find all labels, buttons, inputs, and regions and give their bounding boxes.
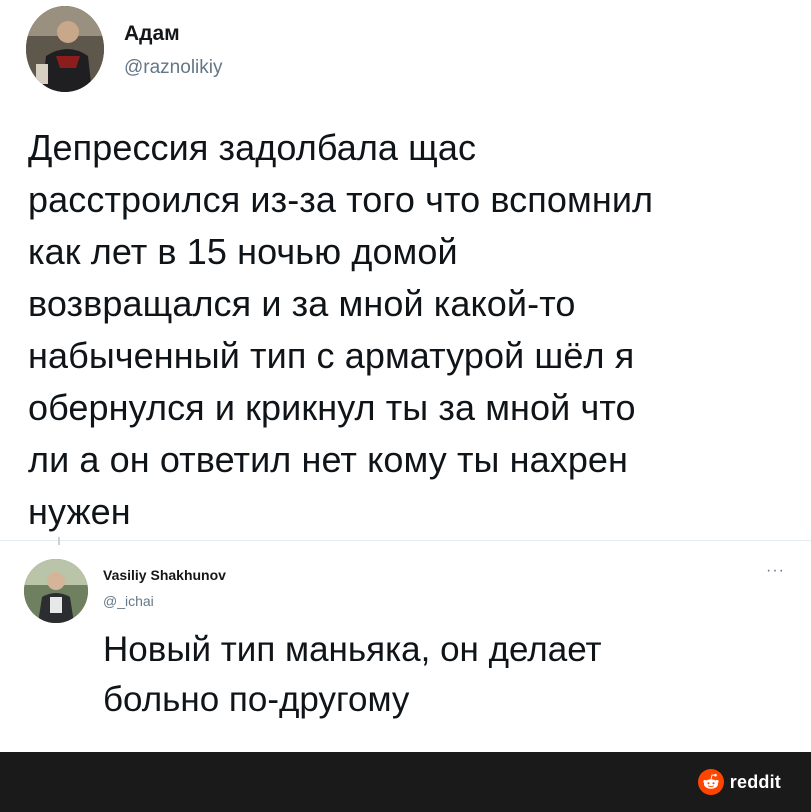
reply-author-handle[interactable]: @_ichai	[103, 593, 154, 609]
main-tweet-avatar[interactable]	[26, 6, 104, 92]
user-avatar-icon	[24, 559, 88, 623]
reply-avatar[interactable]	[24, 559, 88, 623]
main-tweet-author-name[interactable]: Адам	[124, 22, 180, 46]
main-tweet: Адам @raznolikiy Депрессия задолбала щас…	[0, 0, 811, 540]
footer-bar: reddit	[0, 752, 811, 812]
main-tweet-author-handle[interactable]: @raznolikiy	[124, 57, 222, 79]
reply-text: Новый тип маньяка, он делает больно по-д…	[103, 630, 602, 719]
reply-author-name[interactable]: Vasiliy Shakhunov	[103, 567, 226, 583]
reddit-alien-icon	[697, 769, 724, 795]
user-avatar-icon	[26, 6, 104, 92]
more-options-button[interactable]: ···	[766, 563, 785, 579]
reply-tweet: Vasiliy Shakhunov @_ichai ··· Новый тип …	[0, 541, 811, 752]
reddit-logo[interactable]: reddit	[697, 769, 781, 795]
reddit-wordmark: reddit	[729, 771, 781, 792]
main-tweet-text: Депрессия задолбала щас расстроился из-з…	[28, 127, 654, 532]
